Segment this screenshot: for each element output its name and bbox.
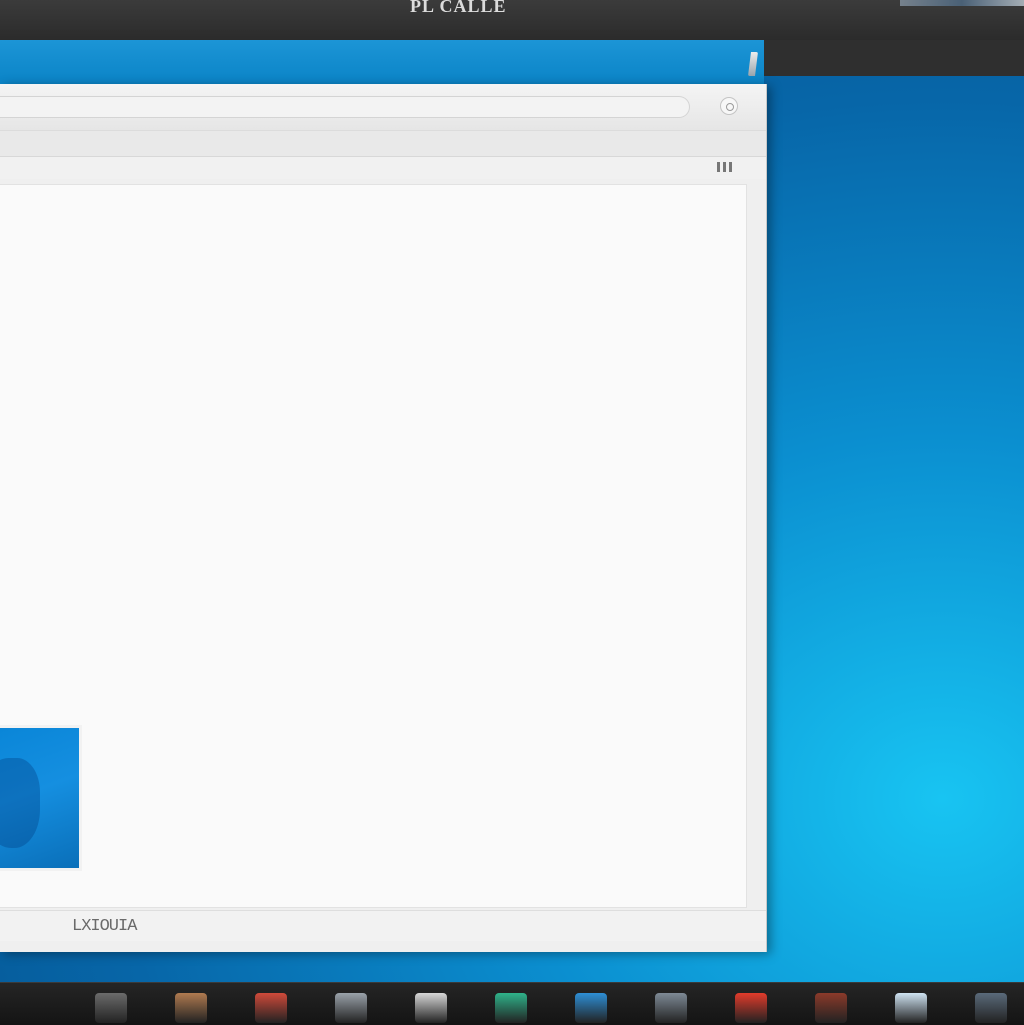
refresh-icon[interactable] <box>720 97 738 115</box>
content-area <box>0 184 747 908</box>
top-bar: PL CALLE <box>0 0 1024 41</box>
taskbar-glass-app-icon[interactable] <box>644 989 698 1023</box>
browser-window: LXIOUIA <box>0 84 767 952</box>
dark-strip <box>764 40 1024 76</box>
folder-app-glyph-icon <box>95 993 127 1023</box>
taskbar-phone-app-icon[interactable] <box>404 989 458 1023</box>
tv-app-glyph-icon <box>575 993 607 1023</box>
view-grid-icon[interactable] <box>715 160 733 174</box>
avatar-app-glyph-icon <box>335 993 367 1023</box>
image-thumbnail[interactable] <box>0 725 82 871</box>
taskbar-avatar-app-icon[interactable] <box>324 989 378 1023</box>
people-app-glyph-icon <box>175 993 207 1023</box>
glass-app-glyph-icon <box>655 993 687 1023</box>
taskbar-media-app-icon[interactable] <box>244 989 298 1023</box>
taskbar-window-app-icon[interactable] <box>964 989 1018 1023</box>
status-bar: LXIOUIA <box>0 910 766 941</box>
status-text: LXIOUIA <box>72 917 137 936</box>
window-app-glyph-icon <box>975 993 1007 1023</box>
window-titlebar[interactable] <box>0 40 764 84</box>
phone-app-glyph-icon <box>415 993 447 1023</box>
monitor-app-glyph-icon <box>895 993 927 1023</box>
tab-strip <box>0 156 766 179</box>
top-bar-right-image <box>900 0 1024 6</box>
address-row <box>0 84 766 130</box>
taskbar-paint-app-icon[interactable] <box>724 989 778 1023</box>
taskbar-monitor-app-icon[interactable] <box>884 989 938 1023</box>
taskbar-game-app-icon[interactable] <box>484 989 538 1023</box>
address-input[interactable] <box>0 96 690 118</box>
photo-app-glyph-icon <box>815 993 847 1023</box>
toolbar <box>0 130 766 157</box>
taskbar-folder-app-icon[interactable] <box>84 989 138 1023</box>
taskbar-people-app-icon[interactable] <box>164 989 218 1023</box>
paint-app-glyph-icon <box>735 993 767 1023</box>
taskbar <box>0 982 1024 1025</box>
app-title: PL CALLE <box>410 0 507 16</box>
media-app-glyph-icon <box>255 993 287 1023</box>
taskbar-photo-app-icon[interactable] <box>804 989 858 1023</box>
game-app-glyph-icon <box>495 993 527 1023</box>
taskbar-tv-app-icon[interactable] <box>564 989 618 1023</box>
